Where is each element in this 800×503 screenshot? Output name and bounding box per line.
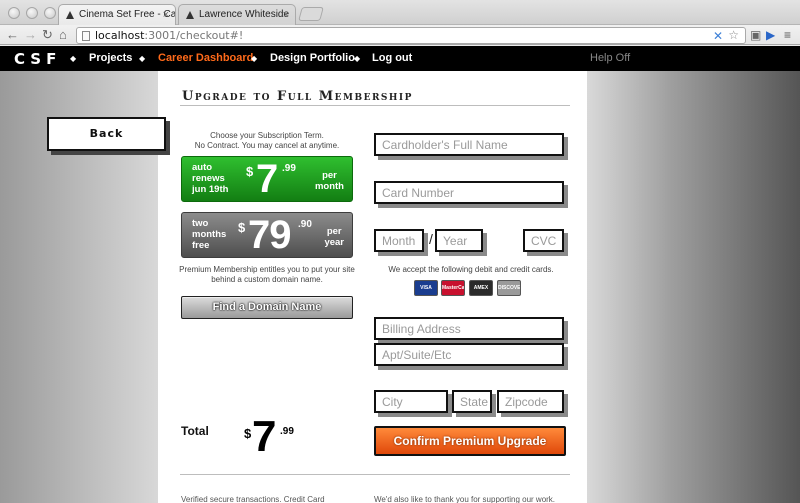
zipcode-field[interactable] — [497, 390, 564, 413]
confirm-upgrade-button[interactable]: Confirm Premium Upgrade — [374, 426, 566, 456]
billing-address-field[interactable] — [374, 317, 564, 340]
footer-divider — [180, 474, 570, 475]
checkout-panel: Upgrade to Full Membership Choose your S… — [158, 71, 587, 503]
browser-tab-cinema-set-free[interactable]: Cinema Set Free - Career I × — [58, 4, 176, 26]
nav-separator-icon: ◆ — [251, 54, 258, 63]
url-host: localhost — [95, 29, 145, 42]
browser-tab-bar: Cinema Set Free - Career I × Lawrence Wh… — [0, 0, 800, 26]
plan-price: 79 — [248, 213, 291, 257]
window-minimize-control[interactable] — [26, 7, 38, 19]
tab-label: Cinema Set Free - Career I — [79, 9, 176, 20]
find-domain-button[interactable]: Find a Domain Name — [181, 296, 353, 319]
page-title: Upgrade to Full Membership — [182, 89, 413, 104]
plan-note: two months free — [192, 218, 226, 251]
back-button[interactable]: Back — [47, 117, 166, 151]
window-close-control[interactable] — [8, 7, 20, 19]
tab-close-icon[interactable]: × — [163, 5, 169, 25]
address-url: localhost:3001/checkout#! — [95, 29, 243, 42]
plan-note-line: jun 19th — [192, 184, 229, 195]
plan-currency: $ — [238, 220, 246, 235]
discover-card-icon: DISCOVER — [497, 280, 521, 296]
plan-note: auto renews jun 19th — [192, 162, 228, 195]
help-toggle[interactable]: Help Off — [590, 52, 630, 64]
url-path: :3001/checkout#! — [144, 29, 244, 42]
cvc-field[interactable] — [523, 229, 564, 252]
plan-note-line: renews — [192, 173, 225, 184]
footer-thanks-note: We'd also like to thank you for supporti… — [374, 495, 556, 503]
visa-card-icon: VISA — [414, 280, 438, 296]
home-icon[interactable]: ⌂ — [59, 27, 67, 43]
subscription-intro-line: Choose your Subscription Term. — [210, 131, 324, 140]
menu-icon[interactable]: ≡ — [784, 28, 791, 42]
plan-period: per year — [324, 226, 344, 248]
plan-yearly-button[interactable]: two months free $ 79 .90 per year — [181, 212, 353, 258]
premium-note-line: Premium Membership entitles you to put y… — [179, 265, 355, 274]
subscription-intro-line: No Contract. You may cancel at anytime. — [194, 141, 340, 150]
nav-item-design-portfolio[interactable]: Design Portfolio — [270, 52, 355, 64]
plan-currency: $ — [246, 164, 254, 179]
accepted-cards-note: We accept the following debit and credit… — [388, 265, 554, 274]
plan-cents: .90 — [298, 219, 312, 230]
expiry-month-field[interactable] — [374, 229, 424, 252]
card-number-field[interactable] — [374, 181, 564, 204]
site-logo[interactable]: CSF — [14, 50, 61, 68]
expiry-separator: / — [429, 231, 433, 247]
site-favicon-icon — [66, 11, 74, 19]
plan-period-line: year — [324, 237, 344, 248]
plan-period-line: per — [322, 170, 337, 181]
nav-separator-icon: ◆ — [139, 54, 146, 63]
nav-item-projects[interactable]: Projects — [89, 52, 132, 64]
address-bar[interactable]: localhost:3001/checkout#! ✕ ☆ — [76, 27, 746, 44]
site-navbar: CSF ◆ Projects ◆ Career Dashboard ◆ Desi… — [0, 46, 800, 71]
nav-item-log-out[interactable]: Log out — [372, 52, 412, 64]
subscription-intro: Choose your Subscription Term. No Contra… — [181, 131, 353, 151]
total-amount: 7 — [252, 412, 277, 461]
expiry-year-field[interactable] — [435, 229, 483, 252]
plan-note-line: two — [192, 218, 209, 229]
plan-price: 7 — [256, 157, 278, 201]
total-cents: .99 — [280, 426, 294, 437]
extension-play-icon[interactable]: ▶ — [766, 28, 775, 42]
premium-note-line: behind a custom domain name. — [211, 275, 323, 284]
site-favicon-icon — [186, 11, 194, 19]
plan-note-line: free — [192, 240, 210, 251]
total-currency: $ — [244, 426, 252, 441]
cardholder-name-field[interactable] — [374, 133, 564, 156]
browser-toolbar: ← → ↻ ⌂ localhost:3001/checkout#! ✕ ☆ ▣ … — [0, 25, 800, 45]
nav-item-career-dashboard[interactable]: Career Dashboard — [158, 52, 253, 64]
nav-separator-icon: ◆ — [70, 54, 77, 63]
tab-label: Lawrence Whiteside — [199, 9, 290, 20]
window-zoom-control[interactable] — [44, 7, 56, 19]
premium-note: Premium Membership entitles you to put y… — [178, 265, 356, 285]
plan-monthly-button[interactable]: auto renews jun 19th $ 7 .99 per month — [181, 156, 353, 202]
forward-arrow-icon[interactable]: → — [24, 27, 37, 43]
plan-note-line: auto — [192, 162, 213, 173]
browser-tab-lawrence-whiteside[interactable]: Lawrence Whiteside × — [178, 4, 296, 26]
plan-period-line: per — [326, 226, 342, 237]
mastercard-card-icon: MasterCard — [441, 280, 465, 296]
nav-separator-icon: ◆ — [354, 54, 361, 63]
translate-icon[interactable]: ✕ — [713, 29, 723, 43]
right-backdrop — [587, 71, 800, 503]
tab-close-icon[interactable]: × — [283, 5, 289, 25]
title-divider — [180, 105, 570, 106]
amex-card-icon: AMEX — [469, 280, 493, 296]
apt-suite-field[interactable] — [374, 343, 564, 366]
state-field[interactable] — [452, 390, 492, 413]
plan-note-line: months — [192, 229, 227, 240]
back-arrow-icon[interactable]: ← — [6, 27, 19, 43]
footer-security-note: Verified secure transactions. Credit Car… — [181, 495, 325, 503]
total-label: Total — [181, 424, 209, 438]
extension-lock-icon[interactable]: ▣ — [750, 28, 761, 42]
bookmark-star-icon[interactable]: ☆ — [728, 28, 739, 42]
plan-cents: .99 — [282, 163, 296, 174]
city-field[interactable] — [374, 390, 448, 413]
plan-period-line: month — [314, 181, 344, 192]
new-tab-button[interactable] — [298, 7, 324, 21]
plan-period: per month — [315, 170, 344, 192]
reload-icon[interactable]: ↻ — [42, 27, 53, 43]
page-icon — [82, 31, 90, 41]
